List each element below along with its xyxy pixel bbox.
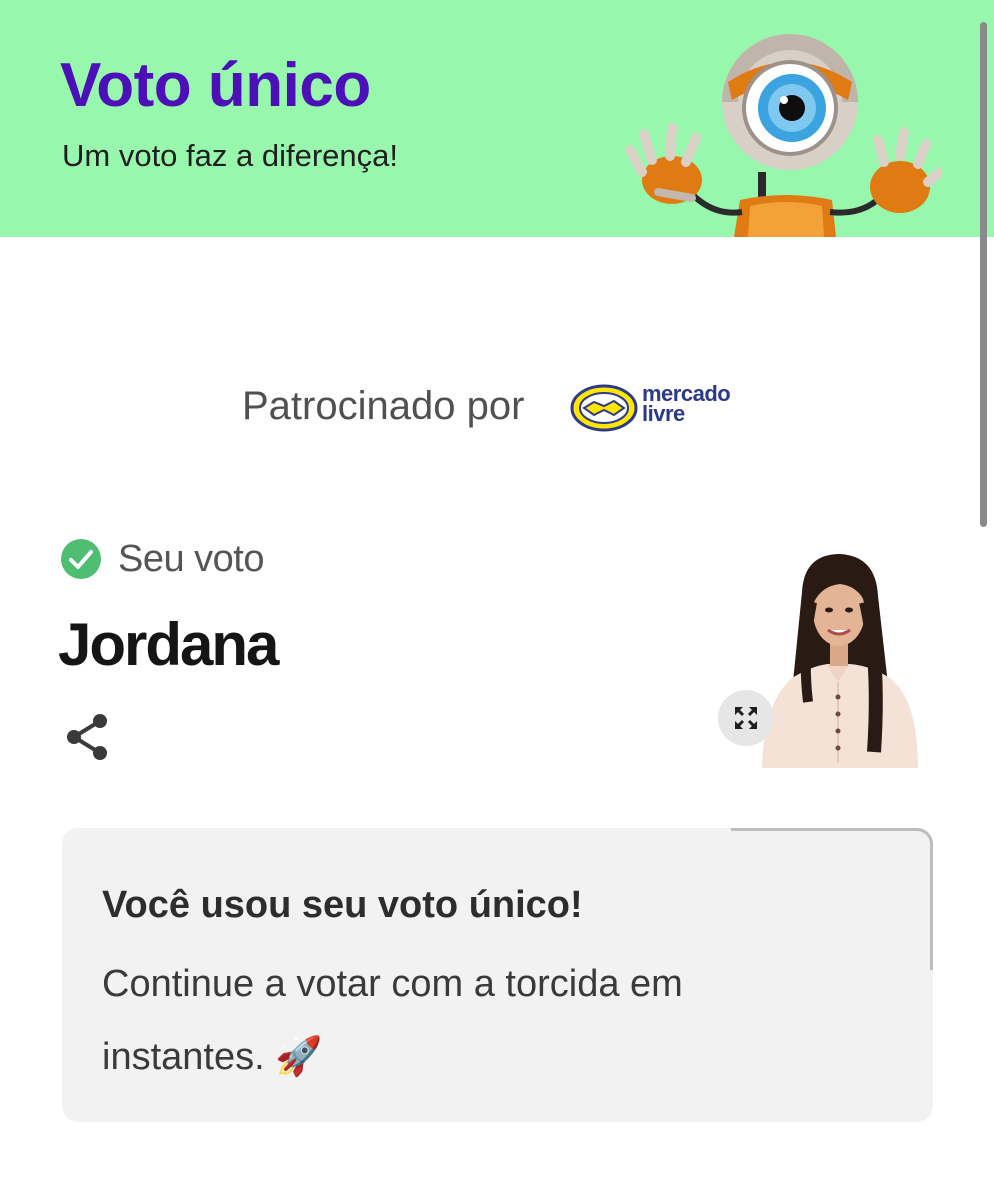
- sponsor-row: Patrocinado por mercado livre: [0, 382, 994, 434]
- expand-photo-button[interactable]: [718, 690, 774, 746]
- sponsor-label: Patrocinado por: [242, 384, 525, 428]
- share-icon[interactable]: [64, 712, 110, 762]
- candidate-name: Jordana: [58, 611, 279, 678]
- sponsor-logo[interactable]: mercado livre: [570, 382, 750, 434]
- page-subtitle: Um voto faz a diferença!: [62, 138, 398, 173]
- header-banner: Voto único Um voto faz a diferença!: [0, 0, 994, 237]
- expand-icon: [735, 707, 757, 729]
- mercado-livre-handshake-icon: [570, 384, 638, 432]
- big-brother-robot-eye-icon: [625, 34, 942, 237]
- page-title: Voto único: [60, 51, 371, 120]
- check-circle-icon: [61, 539, 101, 579]
- scrollbar[interactable]: [980, 22, 987, 527]
- card-body: Continue a votar com a torcida em instan…: [102, 963, 683, 1078]
- vote-status-label: Seu voto: [118, 538, 265, 580]
- card-title: Você usou seu voto único!: [102, 884, 583, 926]
- vote-confirmation-card: Você usou seu voto único! Continue a vot…: [62, 828, 933, 1122]
- candidate-photo: [742, 552, 932, 768]
- sponsor-brand-line2: livre: [642, 401, 685, 426]
